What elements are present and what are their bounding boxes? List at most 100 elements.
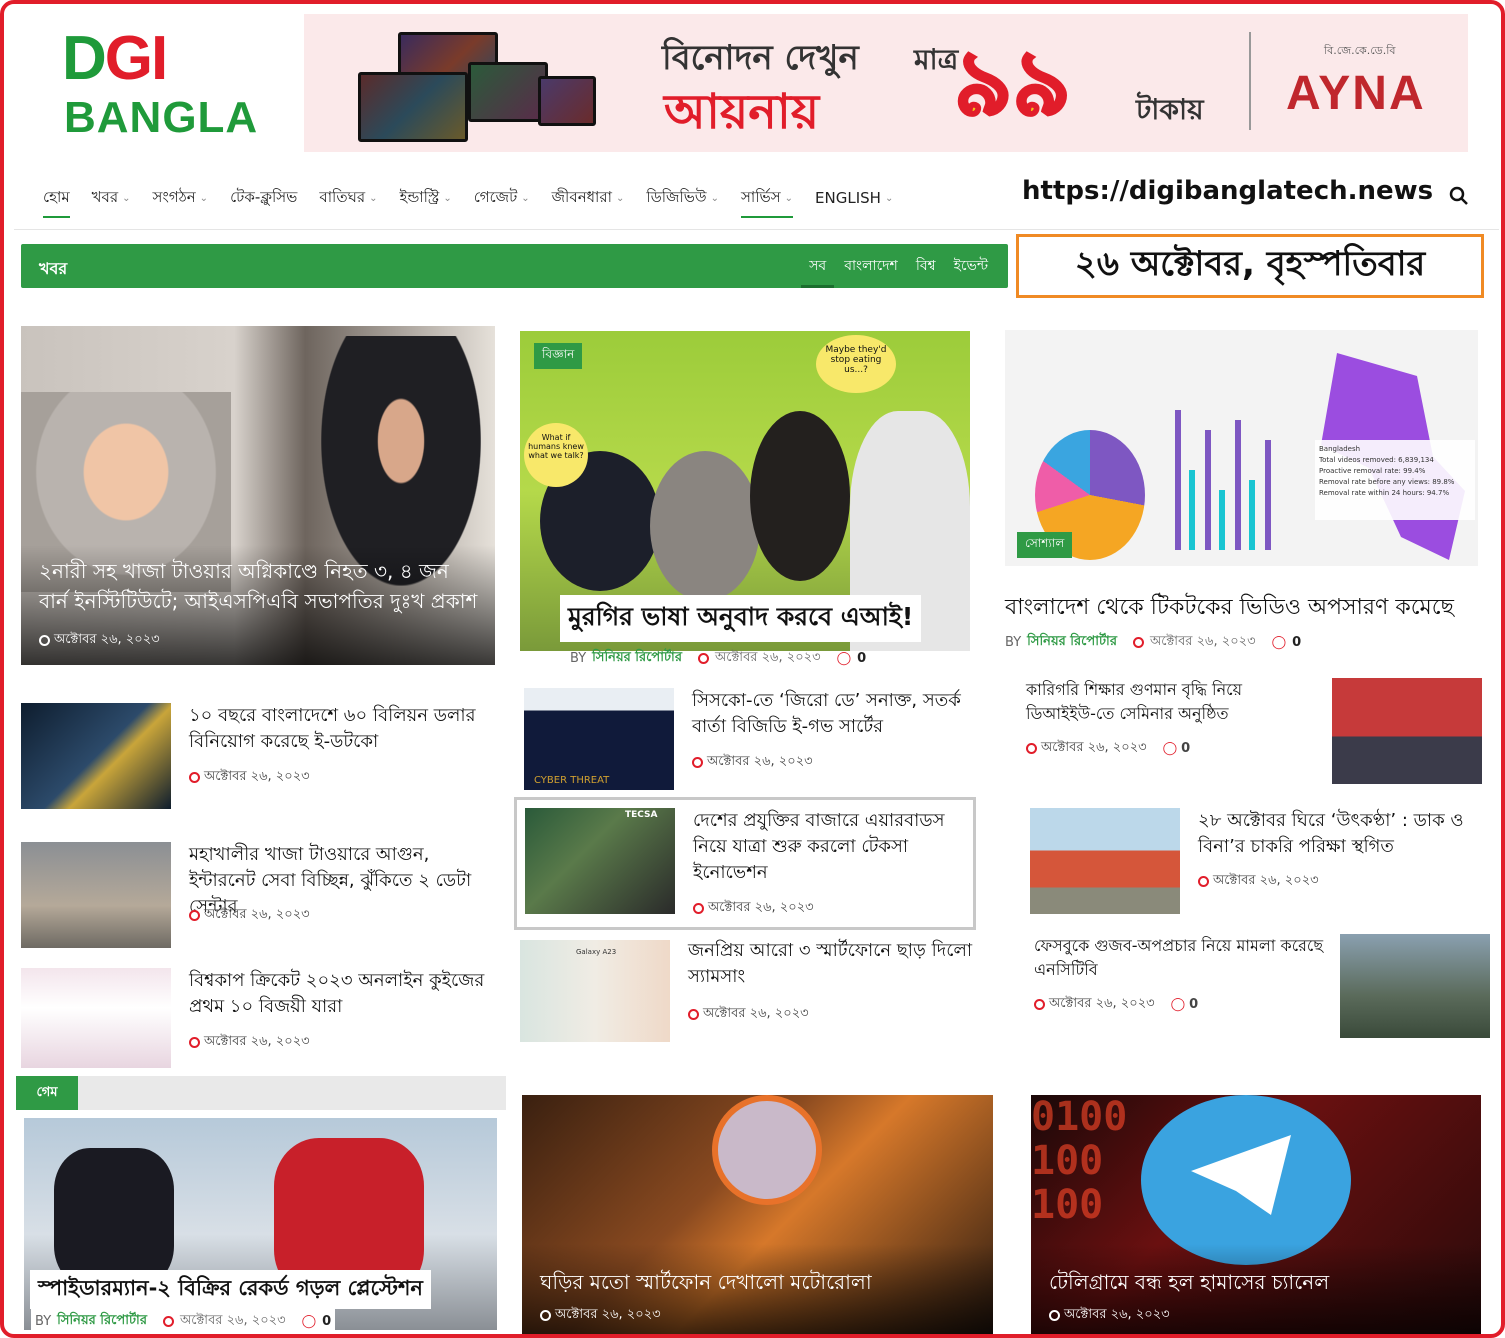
category-tag[interactable]: বিজ্ঞান [534, 343, 583, 369]
comment-icon: ◯ [1162, 741, 1178, 756]
chevron-down-icon: ⌄ [199, 192, 209, 204]
bottom-card-title[interactable]: ঘড়ির মতো স্মার্টফোন দেখালো মটোরোলা [540, 1267, 872, 1297]
clock-icon [39, 635, 50, 646]
chevron-down-icon: ⌄ [369, 192, 378, 204]
nav-item-label: ইন্ডাস্ট্রি [399, 187, 440, 206]
bottom-card-date: অক্টোবর ২৬, ২০২৩ [540, 1305, 661, 1326]
list-item-date: অক্টোবর ২৬, ২০২৩ [1198, 871, 1319, 892]
nav-item-label: হোম [43, 187, 70, 206]
nav-item-0[interactable]: হোম [32, 178, 81, 218]
list-thumb[interactable]: CYBER THREAT [524, 688, 674, 790]
speech-bubble-1: Maybe they'd stop eating us...? [816, 335, 896, 393]
site-url: https://digibanglatech.news [1022, 176, 1434, 206]
clock-icon [1026, 743, 1037, 754]
featured-right-title[interactable]: বাংলাদেশ থেকে টিকটকের ভিডিও অপসারণ কমেছে [1005, 590, 1454, 627]
list-item-title[interactable]: বিশ্বকাপ ক্রিকেট ২০২৩ অনলাইন কুইজের প্রথ… [189, 968, 489, 1020]
list-item-title[interactable]: ১০ বছরে বাংলাদেশে ৬০ বিলিয়ন ডলার বিনিয়… [189, 703, 489, 755]
nav-item-9[interactable]: সার্ভিস ⌄ [730, 178, 804, 218]
featured-mid-title[interactable]: মুরগির ভাষা অনুবাদ করবে এআই! [560, 595, 922, 642]
nav-item-label: ডিজিভিউ [646, 187, 707, 206]
clock-icon [1132, 637, 1144, 648]
featured-left-title[interactable]: ২নারী সহ খাজা টাওয়ার অগ্নিকাণ্ডে নিহত ৩… [39, 556, 479, 616]
clock-icon [189, 772, 200, 783]
list-thumb[interactable] [21, 968, 171, 1068]
nav-item-1[interactable]: খবর ⌄ [81, 178, 142, 218]
tab-bangladesh[interactable]: বাংলাদেশ [844, 244, 898, 288]
banner-text-2: আয়নায় [664, 84, 820, 140]
nav-item-10[interactable]: ENGLISH ⌄ [804, 178, 904, 218]
banner-divider [1249, 32, 1251, 130]
list-item-date: অক্টোবর ২৬, ২০২৩ [693, 898, 814, 919]
nav-item-6[interactable]: গেজেট ⌄ [463, 178, 541, 218]
list-thumb[interactable]: TECSA [525, 808, 675, 914]
list-thumb[interactable] [21, 703, 171, 809]
featured-right-image[interactable]: Bangladesh Total videos removed: 6,839,13… [1005, 330, 1478, 566]
search-icon[interactable] [1447, 184, 1471, 208]
nav-item-label: জীবনধারা [551, 187, 613, 206]
featured-left-date: অক্টোবর ২৬, ২০২৩ [39, 630, 160, 651]
bottom-card-title[interactable]: স্পাইডারম্যান-২ বিক্রির রেকর্ড গড়ল প্লে… [30, 1270, 431, 1309]
nav-item-label: সার্ভিস [741, 187, 781, 206]
date-display: ২৬ অক্টোবর, বৃহস্পতিবার [1016, 234, 1484, 298]
logo-text: BANGLA [64, 93, 259, 142]
banner-ad[interactable]: বিনোদন দেখুন আয়নায় মাত্র ৯৯ টাকায় বি.… [304, 14, 1468, 152]
section-tabs: সব বাংলাদেশ বিশ্ব ইভেন্ট [801, 244, 988, 288]
list-thumb[interactable]: Galaxy A23 [520, 940, 670, 1042]
main-nav: হোম খবর ⌄ সংগঠন ⌄ টেক-ক্লুসিভ বাতিঘর ⌄ ইন্ডাস্ট্… [32, 172, 1012, 224]
section-title: খবর [39, 259, 68, 278]
site-logo[interactable]: DGI BANGLA [62, 24, 257, 142]
list-item-title[interactable]: ফেসবুকে গুজব-অপপ্রচার নিয়ে মামলা করেছে … [1034, 934, 1324, 982]
banner-small-text: বি.জে.কে.ডে.বি [1324, 44, 1396, 57]
featured-right-meta: BY সিনিয়র রিপোর্টার অক্টোবর ২৬, ২০২৩ ◯ 0 [1005, 634, 1302, 650]
list-item-title[interactable]: দেশের প্রযুক্তির বাজারে এয়ারবাডস নিয়ে … [693, 808, 963, 886]
banner-taka: টাকায় [1136, 93, 1204, 126]
list-item-title[interactable]: কারিগরি শিক্ষার গুণমান বৃদ্ধি নিয়ে ডিআই… [1026, 678, 1316, 726]
chevron-down-icon: ⌄ [122, 192, 131, 204]
comment-icon: ◯ [301, 1314, 317, 1329]
chevron-down-icon: ⌄ [443, 192, 452, 204]
clock-icon [540, 1310, 551, 1321]
nav-item-5[interactable]: ইন্ডাস্ট্রি ⌄ [389, 178, 463, 218]
featured-mid-meta: BY সিনিয়র রিপোর্টার অক্টোবর ২৬, ২০২৩ ◯ 0 [570, 650, 867, 666]
bottom-card-title[interactable]: টেলিগ্রামে বন্ধ হল হামাসের চ্যানেল [1049, 1267, 1329, 1297]
banner-price: ৯৯ [953, 31, 1073, 136]
clock-icon [189, 1037, 200, 1048]
category-tag[interactable]: সোশ্যাল [1017, 532, 1073, 558]
bottom-card-image[interactable]: 0100 100 100 টেলিগ্রামে বন্ধ হল হামাসের চ্… [1031, 1095, 1481, 1334]
comment-icon: ◯ [836, 651, 852, 666]
nav-item-8[interactable]: ডিজিভিউ ⌄ [635, 178, 730, 218]
list-thumb[interactable] [21, 842, 171, 948]
tab-event[interactable]: ইভেন্ট [954, 244, 988, 288]
featured-mid-image[interactable]: Maybe they'd stop eating us...? What if … [520, 331, 970, 651]
list-thumb[interactable] [1030, 808, 1180, 914]
nav-item-4[interactable]: বাতিঘর ⌄ [308, 178, 388, 218]
nav-item-7[interactable]: জীবনধারা ⌄ [541, 178, 636, 218]
list-item-date: অক্টোবর ২৬, ২০২৩ [692, 752, 813, 773]
bottom-card-image[interactable]: ঘড়ির মতো স্মার্টফোন দেখালো মটোরোলা অক্ট… [522, 1095, 993, 1334]
nav-item-label: সংগঠন [152, 187, 196, 206]
nav-item-label: খবর [91, 187, 119, 206]
map-tooltip: Bangladesh Total videos removed: 6,839,13… [1315, 440, 1475, 520]
clock-icon [189, 910, 200, 921]
tab-world[interactable]: বিশ্ব [916, 244, 936, 288]
tab-all[interactable]: সব [801, 244, 835, 288]
clock-icon [162, 1316, 174, 1327]
list-item-title[interactable]: ২৮ অক্টোবর ঘিরে ‘উৎকণ্ঠা’ : ডাক ও বিনা’র… [1198, 808, 1493, 860]
nav-item-3[interactable]: টেক-ক্লুসিভ [219, 178, 308, 218]
clock-icon [1198, 876, 1209, 887]
featured-left-image[interactable]: ২নারী সহ খাজা টাওয়ার অগ্নিকাণ্ডে নিহত ৩… [21, 326, 495, 665]
clock-icon [697, 653, 709, 664]
page-frame: { "logo":{"top_part1":"D","top_part2":"G… [0, 0, 1505, 1338]
list-thumb[interactable] [1340, 934, 1490, 1038]
nav-item-2[interactable]: সংগঠন ⌄ [142, 178, 220, 218]
game-section-title[interactable]: গেম [16, 1076, 78, 1110]
devices-image [358, 32, 598, 142]
clock-icon [1034, 999, 1045, 1010]
clock-icon [693, 903, 704, 914]
list-item-title[interactable]: জনপ্রিয় আরো ৩ স্মার্টফোনে ছাড় দিলো স্য… [688, 938, 978, 990]
nav-divider [14, 229, 1499, 230]
list-item-title[interactable]: সিসকো-তে ‘জিরো ডে’ সনাক্ত, সতর্ক বার্তা … [692, 688, 982, 740]
banner-only: মাত্র [914, 43, 959, 76]
bottom-card-image[interactable]: স্পাইডারম্যান-২ বিক্রির রেকর্ড গড়ল প্লে… [24, 1118, 497, 1330]
list-thumb[interactable] [1332, 678, 1482, 784]
